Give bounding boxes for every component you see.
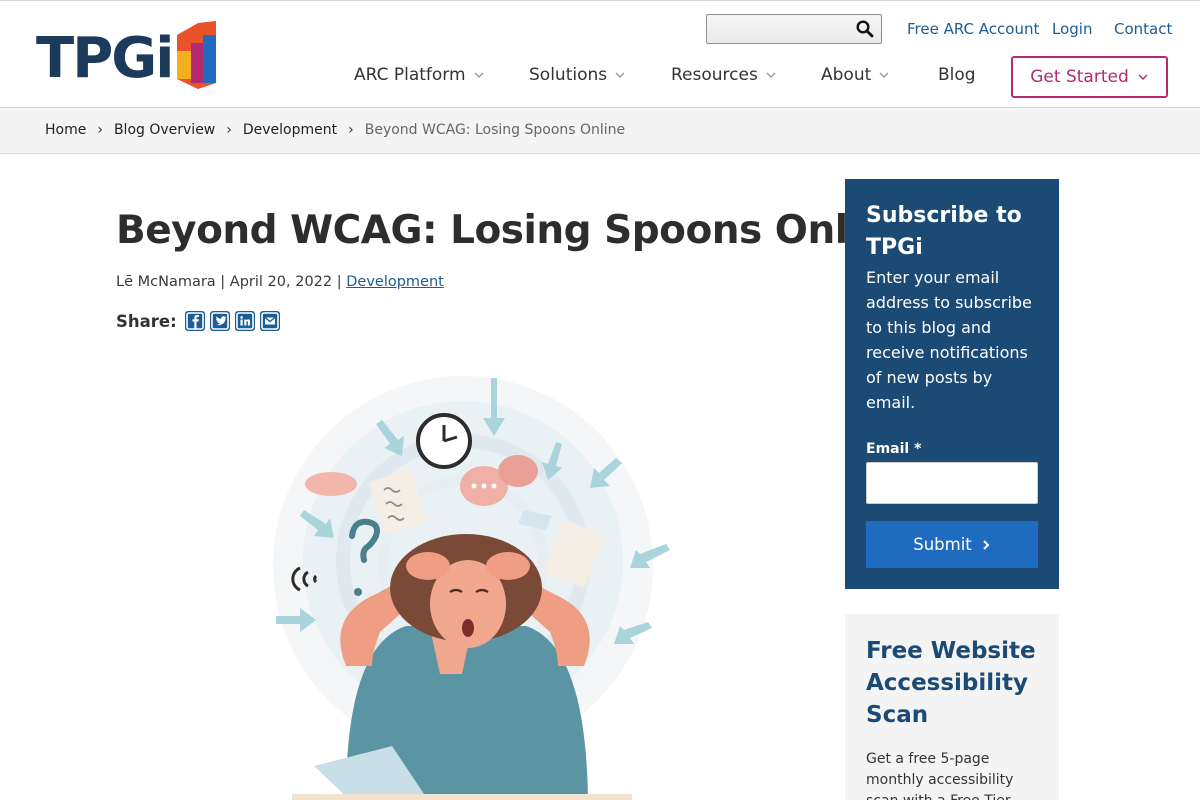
free-arc-account-link[interactable]: Free ARC Account [907, 20, 1039, 38]
site-header: TPGi Free ARC Account Login Contact ARC … [0, 0, 1200, 108]
nav-blog[interactable]: Blog [938, 65, 976, 85]
breadcrumb-current: Beyond WCAG: Losing Spoons Online [364, 122, 626, 138]
chevron-down-icon [1138, 74, 1148, 80]
login-link[interactable]: Login [1052, 20, 1092, 38]
contact-link[interactable]: Contact [1114, 20, 1172, 38]
chevron-down-icon [766, 72, 776, 78]
share-label: Share: [116, 311, 177, 331]
subscribe-title: Subscribe to TPGi [866, 203, 1022, 260]
svg-text:TPGi: TPGi [36, 26, 172, 91]
subscribe-widget: Subscribe to TPGi Enter your email addre… [845, 179, 1059, 589]
search-icon[interactable] [855, 19, 875, 39]
scan-title: Free Website Accessibility Scan [866, 638, 1036, 728]
article-author: Lē McNamara [116, 274, 216, 290]
tpgi-logo-mark: TPGi [36, 21, 216, 91]
chevron-right-icon [983, 539, 990, 550]
nav-about-label: About [821, 65, 872, 85]
free-scan-widget: Free Website Accessibility Scan Get a fr… [845, 614, 1059, 800]
breadcrumb: Home › Blog Overview › Development › Bey… [45, 122, 625, 138]
submit-label: Submit [913, 535, 972, 554]
breadcrumb-home[interactable]: Home [45, 122, 86, 138]
linkedin-icon[interactable] [234, 311, 255, 331]
breadcrumb-development[interactable]: Development [243, 122, 337, 138]
submit-button[interactable]: Submit [866, 521, 1038, 568]
meta-separator: | [220, 274, 226, 290]
share-bar: Share: [116, 311, 280, 331]
facebook-icon[interactable] [184, 311, 205, 331]
breadcrumb-blog-overview[interactable]: Blog Overview [114, 122, 215, 138]
subscribe-description: Enter your email address to subscribe to… [866, 268, 1032, 412]
chevron-down-icon [474, 72, 484, 78]
breadcrumb-separator: › [348, 122, 354, 138]
article-date: April 20, 2022 [229, 274, 333, 290]
nav-arc-platform[interactable]: ARC Platform [354, 65, 485, 85]
scan-description: Get a free 5-page monthly accessibility … [866, 751, 1014, 800]
stressed-woman-illustration [273, 376, 670, 800]
nav-arc-platform-label: ARC Platform [354, 65, 466, 85]
chevron-down-icon [879, 72, 889, 78]
search-input[interactable] [707, 15, 852, 43]
nav-blog-label: Blog [938, 65, 976, 85]
get-started-label: Get Started [1030, 67, 1129, 87]
article-category-link[interactable]: Development [346, 274, 444, 290]
meta-separator: | [336, 274, 342, 290]
nav-solutions[interactable]: Solutions [529, 65, 626, 85]
tpgi-logo[interactable]: TPGi [36, 21, 218, 91]
email-icon[interactable] [259, 311, 280, 331]
nav-resources[interactable]: Resources [671, 65, 777, 85]
nav-resources-label: Resources [671, 65, 758, 85]
email-label: Email * [866, 441, 922, 457]
article-title: Beyond WCAG: Losing Spoons Online [116, 208, 914, 253]
article-meta: Lē McNamara | April 20, 2022 | Developme… [116, 274, 444, 290]
nav-solutions-label: Solutions [529, 65, 608, 85]
email-field[interactable] [866, 462, 1038, 504]
breadcrumb-separator: › [97, 122, 103, 138]
chevron-down-icon [615, 72, 625, 78]
get-started-button[interactable]: Get Started [1011, 56, 1168, 98]
search-box [706, 14, 882, 44]
breadcrumb-separator: › [226, 122, 232, 138]
breadcrumb-bar: Home › Blog Overview › Development › Bey… [0, 108, 1200, 154]
nav-about[interactable]: About [821, 65, 890, 85]
hero-illustration [196, 366, 738, 800]
twitter-icon[interactable] [209, 311, 230, 331]
